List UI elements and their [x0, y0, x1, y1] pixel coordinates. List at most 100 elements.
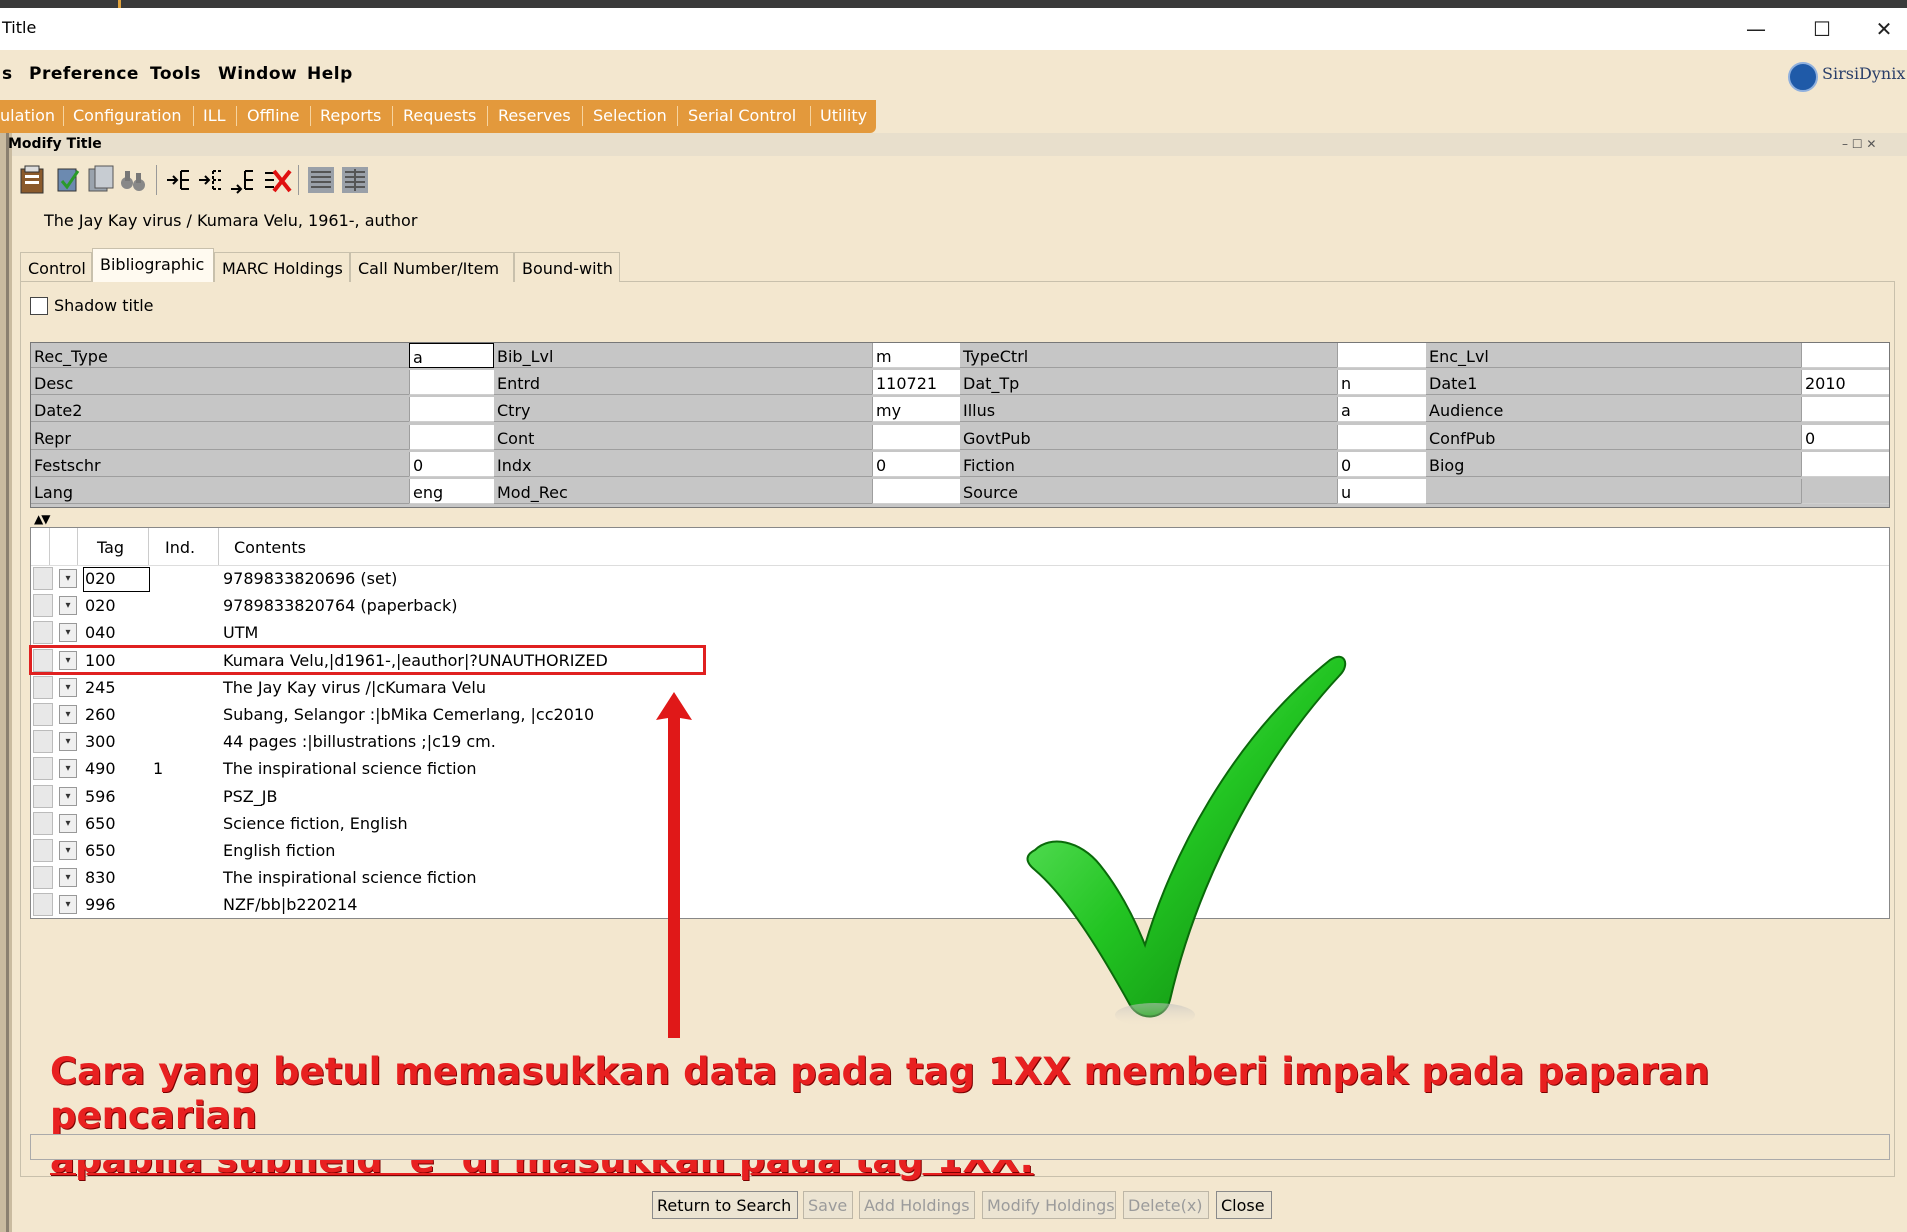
- module-reserves[interactable]: Reserves: [498, 106, 571, 125]
- menu-item-window[interactable]: Window: [218, 64, 297, 84]
- chevron-down-icon[interactable]: ▾: [59, 895, 77, 915]
- menu-item-preference[interactable]: Preference: [29, 64, 139, 84]
- fixed-field-value[interactable]: [1801, 451, 1889, 477]
- fixed-field-value[interactable]: 2010: [1801, 370, 1889, 396]
- tab-marc-holdings[interactable]: MARC Holdings: [214, 252, 350, 282]
- fixed-field-value[interactable]: 0: [1337, 451, 1426, 477]
- marc-row-020[interactable]: ▾ 020 9789833820764 (paperback): [31, 592, 1889, 619]
- fixed-field-value[interactable]: [872, 479, 960, 504]
- fixed-field-value[interactable]: [1801, 479, 1889, 504]
- marc-row-040[interactable]: ▾ 040 UTM: [31, 619, 1889, 646]
- row-contents[interactable]: English fiction: [223, 841, 335, 860]
- tab-call-number-item[interactable]: Call Number/Item: [350, 252, 514, 282]
- shadow-title-checkbox[interactable]: [30, 297, 48, 315]
- display-record-icon[interactable]: [18, 163, 48, 197]
- fixed-field-value[interactable]: 0: [409, 451, 494, 477]
- row-tag[interactable]: 490: [85, 759, 116, 778]
- row-selector[interactable]: [33, 839, 53, 862]
- marc-row-245[interactable]: ▾ 245 The Jay Kay virus /|cKumara Velu: [31, 674, 1889, 701]
- pane-divider-arrows[interactable]: ▲▼: [34, 512, 51, 526]
- chevron-down-icon[interactable]: ▾: [59, 677, 77, 697]
- chevron-down-icon[interactable]: ▾: [59, 841, 77, 860]
- row-tag[interactable]: 996: [85, 895, 116, 914]
- row-indicator[interactable]: 1: [153, 759, 163, 778]
- row-tag[interactable]: 650: [85, 814, 116, 833]
- module-serial-control[interactable]: Serial Control: [688, 106, 796, 125]
- append-field-icon[interactable]: [228, 163, 258, 197]
- marc-row-830[interactable]: ▾ 830 The inspirational science fiction: [31, 864, 1889, 891]
- validate-record-icon[interactable]: [54, 163, 84, 197]
- menu-item-partial[interactable]: s: [2, 64, 13, 84]
- row-contents[interactable]: The inspirational science fiction: [223, 868, 477, 887]
- row-contents[interactable]: 44 pages :|billustrations ;|c19 cm.: [223, 732, 496, 751]
- fixed-field-value[interactable]: [409, 370, 494, 396]
- fixed-field-value[interactable]: my: [872, 397, 960, 423]
- row-selector[interactable]: [33, 675, 53, 699]
- chevron-down-icon[interactable]: ▾: [59, 868, 77, 888]
- chevron-down-icon[interactable]: ▾: [59, 569, 77, 588]
- copy-record-icon[interactable]: [86, 163, 116, 197]
- fixed-field-value[interactable]: a: [409, 343, 494, 368]
- delete-button[interactable]: Delete(x): [1123, 1191, 1209, 1219]
- binoculars-icon[interactable]: [118, 163, 148, 197]
- module-configuration[interactable]: Configuration: [73, 106, 182, 125]
- fixed-field-value[interactable]: [1337, 343, 1426, 368]
- modify-holdings-button[interactable]: Modify Holdings: [982, 1191, 1116, 1219]
- row-selector[interactable]: [33, 866, 53, 890]
- chevron-down-icon[interactable]: ▾: [59, 596, 77, 616]
- tab-bound-with[interactable]: Bound-with: [514, 252, 620, 282]
- row-contents[interactable]: NZF/bb|b220214: [223, 895, 357, 914]
- fixed-field-value[interactable]: n: [1337, 370, 1426, 396]
- menu-item-help[interactable]: Help: [307, 64, 353, 84]
- insert-field-icon[interactable]: [164, 163, 194, 197]
- minimize-button[interactable]: —: [1736, 12, 1776, 46]
- row-tag[interactable]: 830: [85, 868, 116, 887]
- module-ill[interactable]: ILL: [203, 106, 226, 125]
- tab-bibliographic[interactable]: Bibliographic: [92, 248, 214, 282]
- module-offline[interactable]: Offline: [247, 106, 300, 125]
- row-tag[interactable]: 300: [85, 732, 116, 751]
- fixed-field-value[interactable]: [1337, 424, 1426, 450]
- fixed-field-value[interactable]: [1801, 343, 1889, 368]
- marc-row-650[interactable]: ▾ 650 Science fiction, English: [31, 810, 1889, 837]
- row-tag[interactable]: 040: [85, 623, 116, 642]
- row-contents[interactable]: 9789833820696 (set): [223, 569, 397, 588]
- fixed-field-value[interactable]: m: [872, 343, 960, 368]
- row-selector[interactable]: [33, 730, 53, 754]
- module-utility[interactable]: Utility: [820, 106, 867, 125]
- fixed-field-value[interactable]: 110721: [872, 370, 960, 396]
- delete-field-icon[interactable]: [262, 163, 292, 197]
- fixed-field-value[interactable]: 0: [1801, 424, 1889, 450]
- tag-cell-focus[interactable]: [83, 567, 150, 592]
- chevron-down-icon[interactable]: ▾: [59, 786, 77, 806]
- insert-subfield-icon[interactable]: [196, 163, 226, 197]
- module-selection[interactable]: Selection: [593, 106, 667, 125]
- row-contents[interactable]: Science fiction, English: [223, 814, 408, 833]
- row-contents[interactable]: PSZ_JB: [223, 787, 277, 806]
- menu-item-tools[interactable]: Tools: [150, 64, 201, 84]
- row-contents[interactable]: The Jay Kay virus /|cKumara Velu: [223, 678, 486, 697]
- chevron-down-icon[interactable]: ▾: [59, 732, 77, 752]
- close-window-button[interactable]: ✕: [1864, 12, 1904, 46]
- marc-row-596[interactable]: ▾ 596 PSZ_JB: [31, 783, 1889, 810]
- fixed-field-value[interactable]: a: [1337, 397, 1426, 423]
- row-selector[interactable]: [33, 784, 53, 808]
- maximize-button[interactable]: ☐: [1802, 12, 1842, 46]
- tab-control[interactable]: Control: [20, 252, 92, 282]
- fixed-field-value[interactable]: 0: [872, 451, 960, 477]
- row-contents[interactable]: 9789833820764 (paperback): [223, 596, 457, 615]
- save-button[interactable]: Save: [803, 1191, 853, 1219]
- close-button[interactable]: Close: [1216, 1191, 1272, 1219]
- row-contents[interactable]: The inspirational science fiction: [223, 759, 477, 778]
- marc-row-490[interactable]: ▾ 490 1 The inspirational science fiction: [31, 755, 1889, 782]
- internal-window-controls[interactable]: – ☐ ✕: [1842, 137, 1876, 151]
- row-tag[interactable]: 260: [85, 705, 116, 724]
- return-to-search-button[interactable]: Return to Search: [652, 1191, 798, 1219]
- row-tag[interactable]: 596: [85, 787, 116, 806]
- marc-row-996[interactable]: ▾ 996 NZF/bb|b220214: [31, 891, 1889, 918]
- chevron-down-icon[interactable]: ▾: [59, 705, 77, 724]
- field-list-icon[interactable]: [306, 163, 336, 197]
- fixed-field-value[interactable]: [409, 397, 494, 423]
- module-requests[interactable]: Requests: [403, 106, 476, 125]
- chevron-down-icon[interactable]: ▾: [59, 813, 77, 833]
